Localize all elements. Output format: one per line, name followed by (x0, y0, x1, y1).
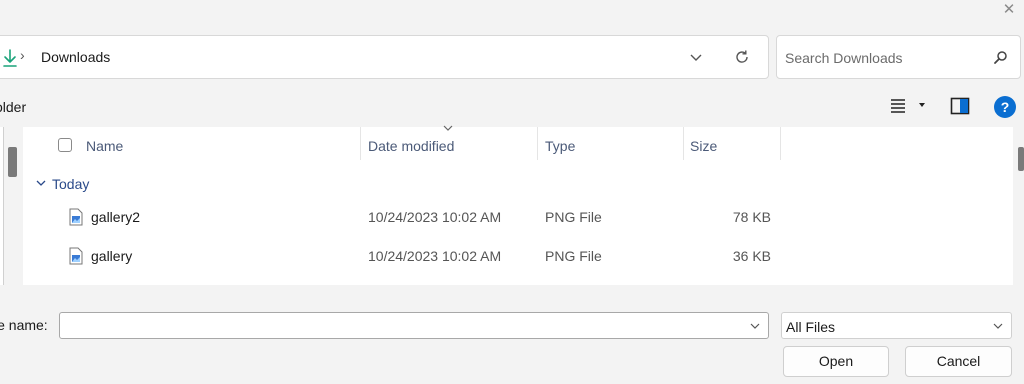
search-input[interactable]: Search Downloads (785, 50, 903, 66)
help-icon[interactable]: ? (994, 96, 1016, 118)
file-type: PNG File (545, 209, 602, 225)
close-icon[interactable]: ✕ (1000, 1, 1018, 19)
column-header-size[interactable]: Size (690, 138, 717, 154)
column-divider[interactable] (537, 127, 538, 160)
search-icon[interactable] (993, 50, 1008, 65)
select-all-checkbox[interactable] (58, 138, 72, 152)
column-header-type[interactable]: Type (545, 138, 575, 154)
breadcrumb-separator-icon: › (20, 47, 25, 63)
cancel-button[interactable]: Cancel (905, 346, 1012, 377)
file-name[interactable]: gallery2 (91, 209, 140, 225)
open-button[interactable]: Open (783, 346, 889, 377)
pane-divider (3, 127, 4, 285)
file-list-scrollbar[interactable] (1018, 147, 1024, 171)
column-divider[interactable] (360, 127, 361, 160)
table-row[interactable]: gallery 10/24/2023 10:02 AM PNG File 36 … (23, 238, 783, 274)
view-options-icon[interactable] (889, 98, 907, 114)
file-size: 78 KB (732, 209, 771, 225)
chevron-down-icon[interactable] (993, 323, 1003, 329)
view-dropdown-icon[interactable] (918, 102, 926, 108)
file-date: 10/24/2023 10:02 AM (368, 209, 502, 225)
column-divider[interactable] (780, 127, 781, 160)
file-type-filter-value[interactable]: All Files (786, 319, 835, 335)
sort-chevron-icon (443, 125, 453, 131)
chevron-down-icon[interactable] (750, 323, 760, 329)
refresh-icon[interactable] (733, 48, 751, 66)
search-box[interactable]: Search Downloads (776, 35, 1021, 79)
chevron-down-icon[interactable] (687, 48, 705, 66)
file-name-field[interactable] (59, 312, 769, 339)
file-type-filter[interactable]: All Files (781, 312, 1012, 339)
png-file-icon (69, 247, 83, 265)
column-divider[interactable] (683, 127, 684, 160)
file-name-label: le name: (0, 317, 48, 333)
file-list[interactable]: Name Date modified Type Size Today galle… (23, 125, 1013, 285)
toolbar: older ? (0, 88, 1024, 126)
file-size: 36 KB (732, 248, 771, 264)
group-collapse-icon[interactable] (36, 180, 46, 187)
file-date: 10/24/2023 10:02 AM (368, 248, 502, 264)
file-type: PNG File (545, 248, 602, 264)
breadcrumb-downloads[interactable]: Downloads (41, 49, 110, 65)
preview-pane-icon[interactable] (950, 97, 970, 115)
download-arrow-icon (3, 49, 17, 67)
new-folder-button[interactable]: older (0, 99, 26, 115)
file-name[interactable]: gallery (91, 248, 132, 264)
column-header-date[interactable]: Date modified (368, 138, 454, 154)
column-header-name[interactable]: Name (86, 138, 123, 154)
navigation-scrollbar[interactable] (8, 147, 17, 177)
group-header-today[interactable]: Today (52, 176, 89, 192)
column-header-row: Name Date modified Type Size (23, 125, 1013, 163)
title-bar: ✕ (0, 0, 1024, 30)
address-bar[interactable]: › Downloads (0, 35, 769, 79)
png-file-icon (69, 208, 83, 226)
table-row[interactable]: gallery2 10/24/2023 10:02 AM PNG File 78… (23, 199, 783, 235)
